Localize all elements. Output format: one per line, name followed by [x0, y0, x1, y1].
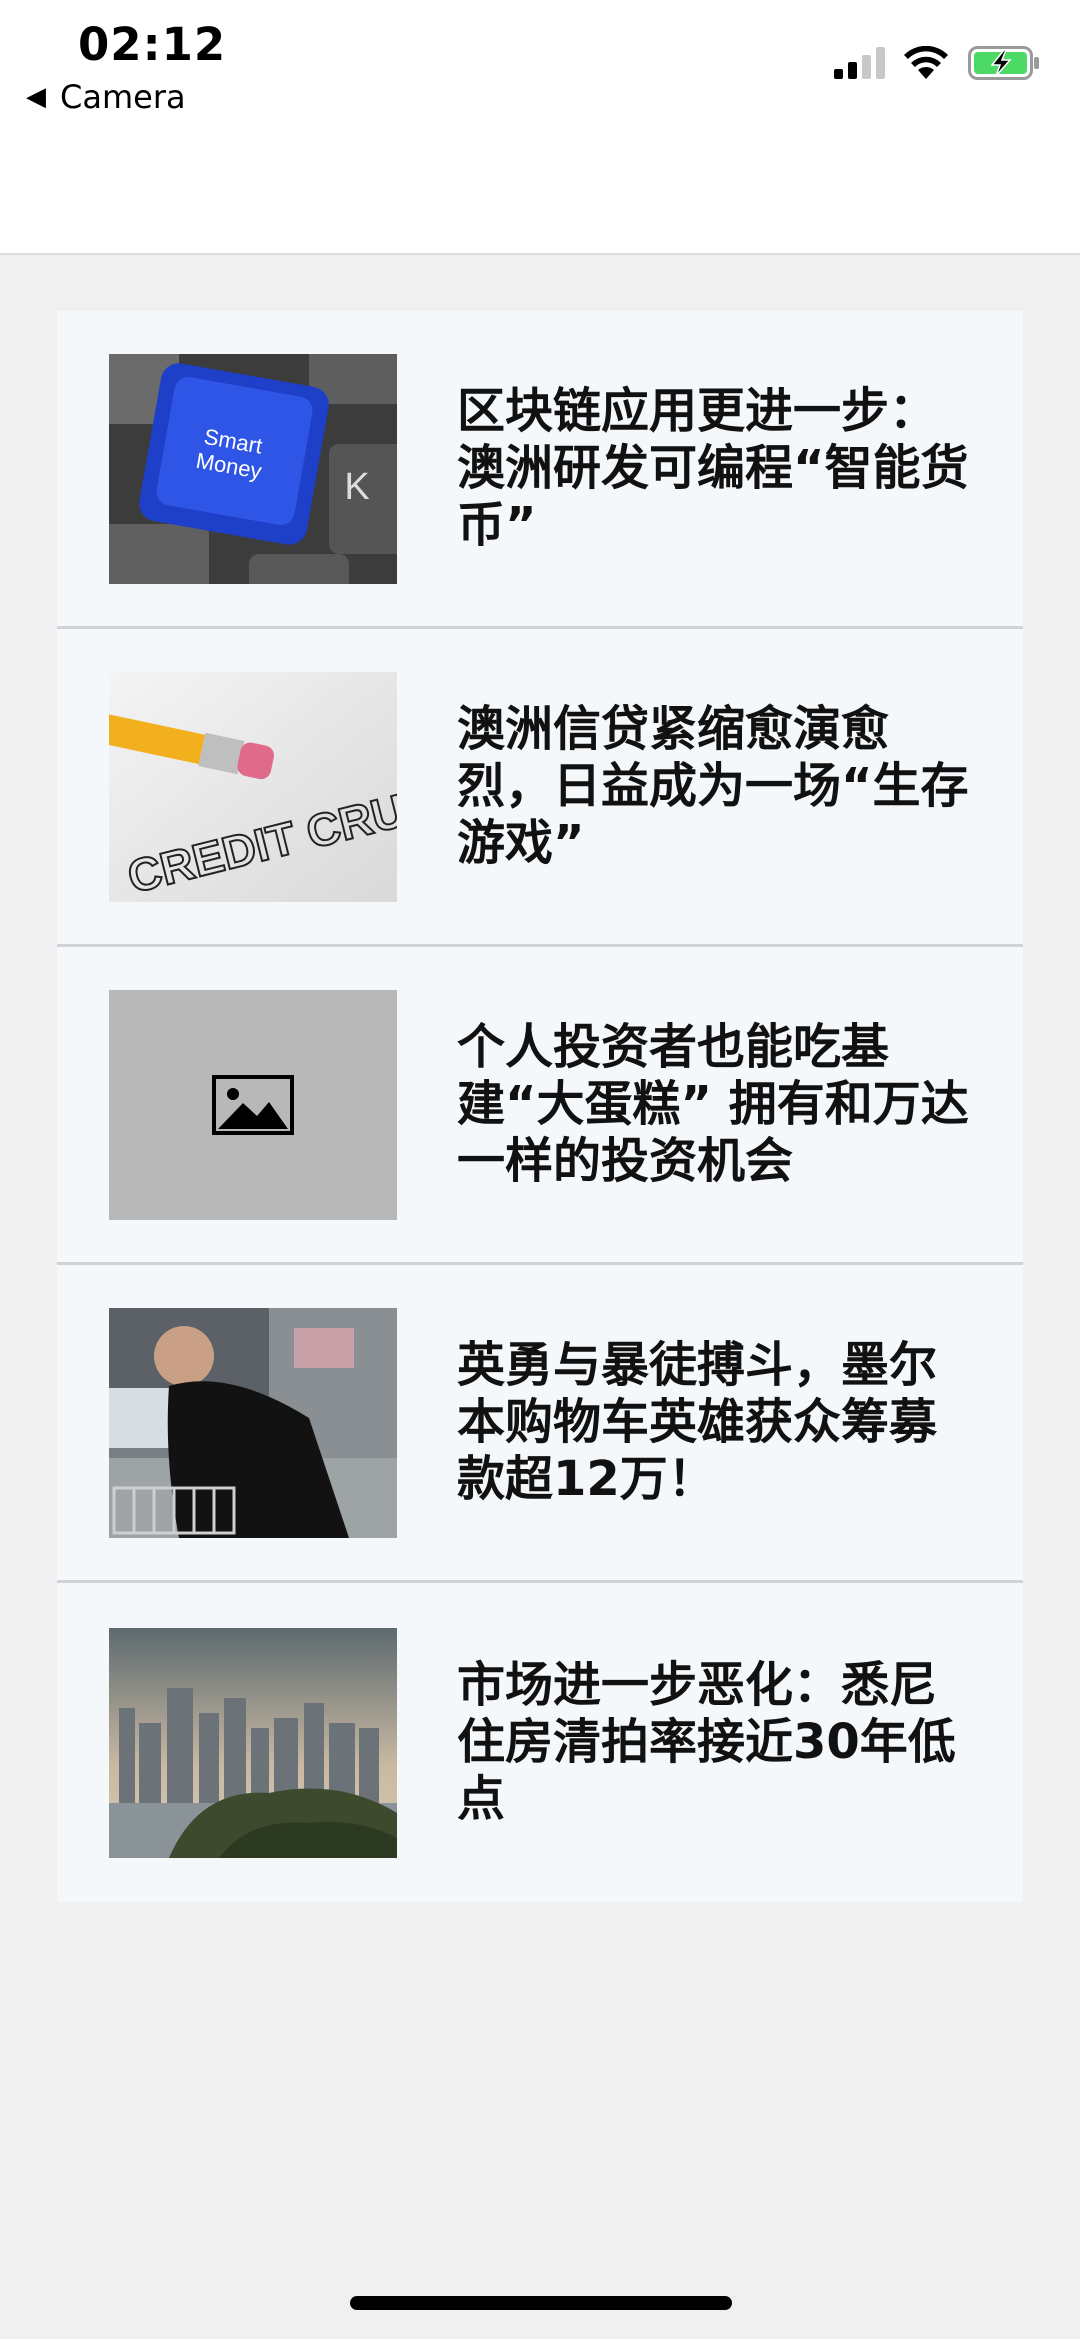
back-triangle-icon: ◀: [26, 82, 46, 112]
home-indicator[interactable]: [350, 2296, 732, 2310]
news-headline: 个人投资者也能吃基建“大蛋糕” 拥有和万达一样的投资机会: [457, 1019, 969, 1189]
news-item[interactable]: 个人投资者也能吃基建“大蛋糕” 拥有和万达一样的投资机会: [57, 947, 1023, 1265]
status-time: 02:12: [78, 18, 227, 71]
status-icons: [834, 46, 1040, 80]
news-item[interactable]: 市场进一步恶化：悉尼住房清拍率接近30年低点: [57, 1583, 1023, 1902]
sydney-skyline-thumbnail: [109, 1627, 397, 1858]
back-to-camera-button[interactable]: ◀ Camera: [26, 78, 186, 116]
credit-crunch-thumbnail: CREDIT CRUNCH: [109, 671, 397, 902]
smart-money-key-thumbnail: Smart Money K: [109, 353, 397, 584]
news-headline: 区块链应用更进一步：澳洲研发可编程“智能货币”: [457, 383, 969, 553]
news-list: Smart Money K 区块链应用更进一步：澳洲研发可编程“智能货币” CR…: [57, 311, 1023, 1902]
news-headline: 澳洲信贷紧缩愈演愈烈，日益成为一场“生存游戏”: [457, 701, 969, 871]
news-item[interactable]: Smart Money K 区块链应用更进一步：澳洲研发可编程“智能货币”: [57, 311, 1023, 629]
battery-charging-icon: [968, 46, 1039, 80]
news-item[interactable]: CREDIT CRUNCH 澳洲信贷紧缩愈演愈烈，日益成为一场“生存游戏”: [57, 629, 1023, 947]
back-label: Camera: [60, 78, 186, 116]
image-placeholder-thumbnail: [109, 989, 397, 1220]
news-item[interactable]: 英勇与暴徒搏斗，墨尔本购物车英雄获众筹募款超12万！: [57, 1265, 1023, 1583]
trolley-man-thumbnail: [109, 1307, 397, 1538]
wifi-icon: [904, 46, 948, 79]
svg-text:K: K: [344, 466, 369, 508]
news-headline: 英勇与暴徒搏斗，墨尔本购物车英雄获众筹募款超12万！: [457, 1337, 938, 1507]
top-header: 02:12 ◀ Camera: [0, 0, 1080, 255]
cellular-signal-icon: [834, 47, 885, 79]
news-headline: 市场进一步恶化：悉尼住房清拍率接近30年低点: [457, 1657, 956, 1827]
